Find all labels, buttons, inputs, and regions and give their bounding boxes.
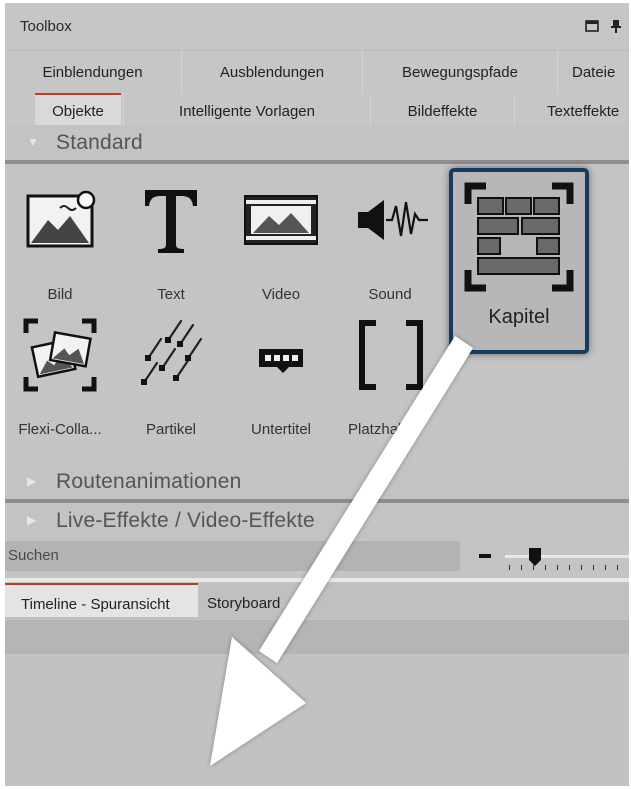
tab-ausblendungen[interactable]: Ausblendungen — [181, 51, 362, 93]
image-icon — [26, 190, 96, 248]
object-untertitel[interactable]: Untertitel — [231, 315, 331, 445]
sound-icon — [358, 200, 428, 240]
object-sound[interactable]: Sound — [340, 180, 440, 310]
chapter-icon — [464, 182, 574, 292]
expand-right-icon: ▶ — [27, 474, 37, 488]
bottom-tab-row: Timeline - Spuransicht Storyboard — [5, 583, 629, 619]
object-label: Bild — [47, 286, 73, 303]
search-input[interactable]: Suchen — [5, 541, 460, 571]
object-label: Flexi-Colla... — [18, 421, 102, 438]
object-kapitel-highlight[interactable]: Kapitel — [449, 168, 589, 354]
object-label: Partikel — [145, 421, 197, 438]
tab-row-effects: Einblendungen Ausblendungen Bewegungspfa… — [5, 51, 629, 94]
section-standard[interactable]: ▼ Standard — [5, 125, 629, 161]
section-divider — [5, 160, 629, 164]
timeline-ruler — [5, 620, 629, 654]
zoom-out-icon[interactable] — [479, 554, 491, 558]
section-live-effekte[interactable]: ▶ Live-Effekte / Video-Effekte — [5, 503, 629, 539]
object-label: Text — [157, 286, 185, 303]
object-label: Untertitel — [250, 421, 312, 438]
timeline-area[interactable] — [5, 654, 629, 786]
expand-down-icon: ▼ — [27, 135, 39, 149]
video-icon — [244, 195, 318, 245]
tab-bewegungspfade[interactable]: Bewegungspfade — [362, 51, 557, 93]
tab-einblendungen[interactable]: Einblendungen — [5, 51, 180, 93]
tab-objekte[interactable]: Objekte — [35, 93, 121, 129]
tab-storyboard[interactable]: Storyboard — [207, 583, 317, 619]
tab-bildeffekte[interactable]: Bildeffekte — [370, 93, 514, 129]
pin-icon[interactable] — [609, 19, 623, 33]
object-flexi-collage[interactable]: Flexi-Colla... — [10, 315, 110, 445]
search-placeholder: Suchen — [8, 547, 59, 564]
object-label: Video — [261, 286, 301, 303]
toolbox-panel: Toolbox Einblendungen Ausblendungen Bewe… — [5, 3, 629, 786]
flexi-collage-icon — [23, 318, 97, 392]
section-routenanimationen[interactable]: ▶ Routenanimationen — [5, 464, 629, 500]
object-partikel[interactable]: Partikel — [121, 315, 221, 445]
text-icon — [145, 190, 197, 253]
object-label: Sound — [368, 286, 412, 303]
object-bild[interactable]: Bild — [10, 180, 110, 310]
maximize-icon[interactable] — [585, 19, 599, 33]
object-platzhalter[interactable]: Platzhal — [340, 315, 440, 445]
section-standard-label: Standard — [56, 131, 143, 154]
object-text[interactable]: Text — [121, 180, 221, 310]
panel-separator — [5, 578, 629, 582]
tab-timeline-spuransicht[interactable]: Timeline - Spuransicht — [5, 583, 198, 617]
tab-dateien[interactable]: Dateie — [557, 51, 629, 93]
section-routenanimationen-label: Routenanimationen — [56, 470, 242, 493]
toolbox-titlebar: Toolbox — [5, 3, 629, 51]
window-title: Toolbox — [20, 18, 72, 35]
object-video[interactable]: Video — [231, 180, 331, 310]
zoom-slider[interactable] — [475, 541, 629, 577]
particle-icon — [141, 319, 203, 385]
subtitle-icon — [259, 349, 303, 373]
object-label: Platzhal — [348, 421, 402, 438]
placeholder-icon — [359, 320, 423, 390]
slider-thumb[interactable] — [529, 548, 541, 566]
tab-texteffekte[interactable]: Texteffekte — [514, 93, 629, 129]
tab-intelligente-vorlagen[interactable]: Intelligente Vorlagen — [123, 93, 370, 129]
section-live-effekte-label: Live-Effekte / Video-Effekte — [56, 509, 315, 532]
expand-right-icon: ▶ — [27, 513, 37, 527]
kapitel-label: Kapitel — [488, 306, 550, 328]
